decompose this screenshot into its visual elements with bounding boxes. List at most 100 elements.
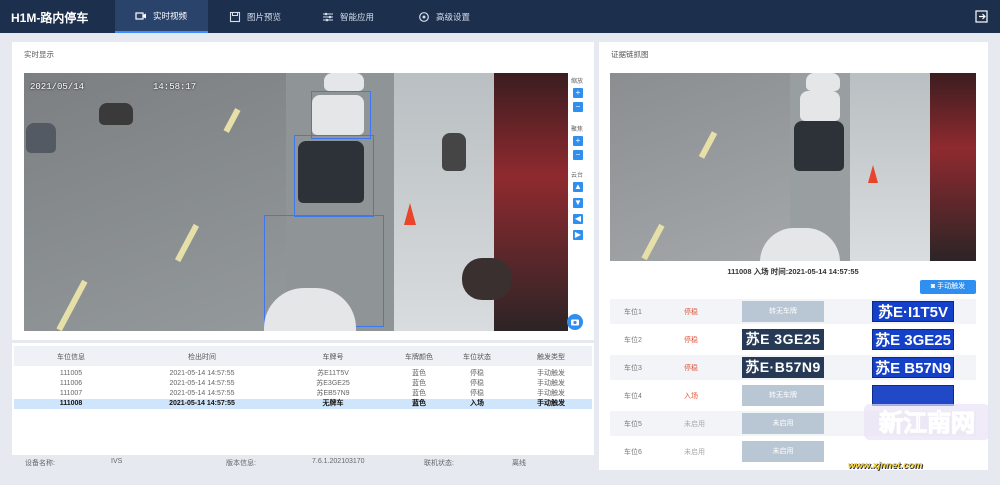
parked-car: [806, 73, 840, 91]
plate-crop-image: 苏E 3GE25: [742, 329, 824, 350]
slot-crop-button[interactable]: 转无车牌: [742, 385, 824, 406]
cell: 苏E3GE25: [316, 380, 350, 387]
license-plate-image: 苏E·I1T5V: [872, 301, 954, 322]
cell: 手动触发: [537, 370, 565, 377]
plate-crop-image: 苏E·B57N9: [742, 357, 824, 378]
evidence-snapshot[interactable]: [610, 73, 976, 261]
cell: 蓝色: [412, 400, 426, 407]
network-status-value: 离线: [512, 460, 526, 467]
slot-status: 停稳: [684, 309, 698, 316]
parked-car: [800, 91, 840, 121]
ptz-up-button[interactable]: ▲: [573, 182, 583, 192]
focus-in-button[interactable]: +: [573, 136, 583, 146]
tab-label: 实时视频: [153, 10, 188, 21]
network-status-label: 联机状态:: [424, 460, 454, 467]
top-bar: H1M-路内停车 实时视频 图片预览 智能应用 高级设置: [0, 0, 1000, 33]
cell: 111006: [59, 380, 83, 387]
col-header: 车位信息: [57, 354, 85, 361]
scooter: [99, 103, 133, 125]
manual-trigger-button[interactable]: ◙ 手动触发: [920, 280, 976, 294]
manual-trigger-label: 手动触发: [937, 283, 966, 290]
evidence-panel-title: 证据链抓图: [611, 50, 649, 59]
slot-label: 车位4: [624, 393, 642, 400]
tab-smart-apps[interactable]: 智能应用: [322, 0, 402, 33]
parked-car: [794, 121, 844, 171]
cell: 蓝色: [412, 380, 426, 387]
svg-text:新江南网: 新江南网: [879, 409, 975, 437]
slot-crop-button[interactable]: 未启用: [742, 413, 824, 434]
watermark-url: www.xjnnet.com: [848, 460, 923, 471]
parked-car: [298, 141, 364, 203]
tab-advanced-settings[interactable]: 高级设置: [418, 0, 498, 33]
traffic-cone: [404, 203, 416, 225]
cell: 停稳: [470, 370, 484, 377]
slot-label: 车位2: [624, 337, 642, 344]
col-header: 触发类型: [537, 354, 565, 361]
live-video-feed[interactable]: 2021/05/14 14:58:17: [24, 73, 568, 331]
tab-image-preview[interactable]: 图片预览: [229, 0, 309, 33]
cell: 111005: [59, 370, 83, 377]
parked-car: [312, 95, 364, 135]
parked-car: [324, 73, 364, 91]
slot-status: 未启用: [684, 449, 705, 456]
version-label: 版本信息:: [226, 460, 256, 467]
zoom-label: 缩放: [571, 79, 584, 85]
col-header: 车牌颜色: [405, 354, 433, 361]
zoom-out-button[interactable]: −: [573, 102, 583, 112]
cell: 手动触发: [537, 380, 565, 387]
cell: 手动触发: [537, 390, 565, 397]
logout-icon[interactable]: [975, 10, 988, 23]
slot-label: 车位3: [624, 365, 642, 372]
table-row[interactable]: 111006 2021-05-14 14:57:55 苏E3GE25 蓝色 停稳…: [14, 379, 592, 388]
slot-row[interactable]: 车位1 停稳 转无车牌 苏E·I1T5V: [610, 299, 976, 324]
focus-out-button[interactable]: −: [573, 150, 583, 160]
slot-label: 车位6: [624, 449, 642, 456]
tab-label: 智能应用: [340, 11, 375, 22]
license-plate-image: [872, 385, 954, 406]
live-panel-title: 实时显示: [24, 50, 54, 59]
ptz-down-button[interactable]: ▼: [573, 198, 583, 208]
osd-date: 2021/05/14: [30, 82, 85, 92]
cell: 手动触发: [537, 400, 565, 407]
ptz-left-button[interactable]: ◀: [573, 214, 583, 224]
cell: 111007: [59, 390, 83, 397]
slot-status: 停稳: [684, 365, 698, 372]
slot-status: 停稳: [684, 337, 698, 344]
evidence-caption: 111008 入场 时间:2021-05-14 14:57:55: [727, 267, 859, 276]
slot-label: 车位1: [624, 309, 642, 316]
slot-crop-button[interactable]: 转无车牌: [742, 301, 824, 322]
slot-row[interactable]: 车位3 停稳 苏E·B57N9 苏E B57N9: [610, 355, 976, 380]
cell: 入场: [470, 400, 484, 407]
camera-icon: ◙: [930, 283, 936, 290]
zoom-in-button[interactable]: +: [573, 88, 583, 98]
license-plate-image: 苏E B57N9: [872, 357, 954, 378]
focus-label: 聚焦: [571, 127, 584, 133]
ptz-right-button[interactable]: ▶: [573, 230, 583, 240]
slot-label: 车位5: [624, 421, 642, 428]
cell: 2021-05-14 14:57:55: [169, 400, 235, 407]
cell: 111008: [59, 400, 83, 407]
cell: 蓝色: [412, 390, 426, 397]
table-row[interactable]: 111005 2021-05-14 14:57:55 苏E11T5V 蓝色 停稳…: [14, 369, 592, 378]
cell: 苏E11T5V: [317, 370, 349, 377]
cell: 2021-05-14 14:57:55: [169, 390, 235, 397]
slot-row[interactable]: 车位2 停稳 苏E 3GE25 苏E 3GE25: [610, 327, 976, 352]
slot-crop-button[interactable]: 未启用: [742, 441, 824, 462]
col-header: 车位状态: [463, 354, 491, 361]
cell: 无牌车: [322, 400, 344, 407]
sliders-icon: [323, 12, 333, 21]
snapshot-camera-button[interactable]: [567, 314, 583, 330]
storefront: [930, 73, 976, 261]
gear-icon: [419, 11, 429, 22]
cell: 2021-05-14 14:57:55: [169, 380, 235, 387]
table-row-selected[interactable]: 111008 2021-05-14 14:57:55 无牌车 蓝色 入场 手动触…: [14, 399, 592, 409]
camera-icon: [571, 319, 579, 326]
scooter: [442, 133, 466, 171]
table-row[interactable]: 111007 2021-05-14 14:57:55 苏EB57N9 蓝色 停稳…: [14, 389, 592, 398]
tab-live-video[interactable]: 实时视频: [115, 0, 208, 33]
slot-status: 入场: [684, 393, 698, 400]
cell: 停稳: [470, 390, 484, 397]
app-title: H1M-路内停车: [11, 11, 89, 25]
version-value: 7.6.1.202103170: [312, 458, 365, 465]
osd-time: 14:58:17: [153, 82, 197, 92]
